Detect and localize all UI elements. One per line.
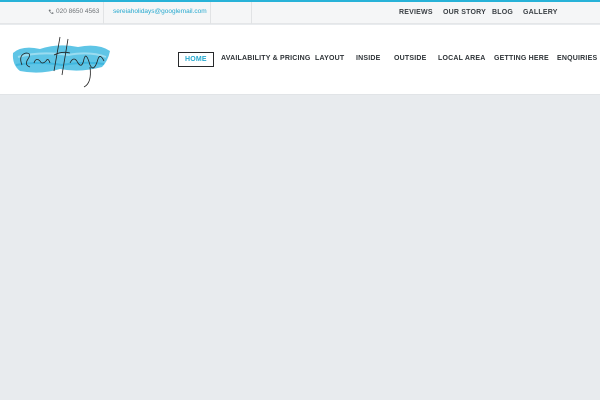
site-logo[interactable] [10,31,112,91]
topnav-gallery[interactable]: GALLERY [523,9,558,16]
topbar-divider [251,2,252,24]
topbar-divider [103,2,104,24]
site-header: HOME AVAILABILITY & PRICING LAYOUT INSID… [0,25,600,95]
nav-outside[interactable]: OUTSIDE [394,55,427,62]
main-content-area [0,96,600,400]
nav-availability-pricing[interactable]: AVAILABILITY & PRICING [221,55,311,62]
nav-enquiries[interactable]: ENQUIRIES [557,55,597,62]
nav-getting-here[interactable]: GETTING HERE [494,55,549,62]
topnav-blog[interactable]: BLOG [492,9,513,16]
topnav-our-story[interactable]: OUR STORY [443,9,486,16]
phone-contact: 020 8650 4563 [48,8,99,15]
topnav-reviews[interactable]: REVIEWS [399,9,433,16]
topbar-divider [210,2,211,24]
top-bar: 020 8650 4563 sereiaholidays@googlemail.… [0,2,600,24]
phone-icon [48,9,54,14]
nav-inside[interactable]: INSIDE [356,55,381,62]
phone-number: 020 8650 4563 [56,8,100,15]
nav-local-area[interactable]: LOCAL AREA [438,55,486,62]
nav-home[interactable]: HOME [178,52,214,67]
nav-layout[interactable]: LAYOUT [315,55,344,62]
email-link[interactable]: sereiaholidays@googlemail.com [113,8,207,15]
